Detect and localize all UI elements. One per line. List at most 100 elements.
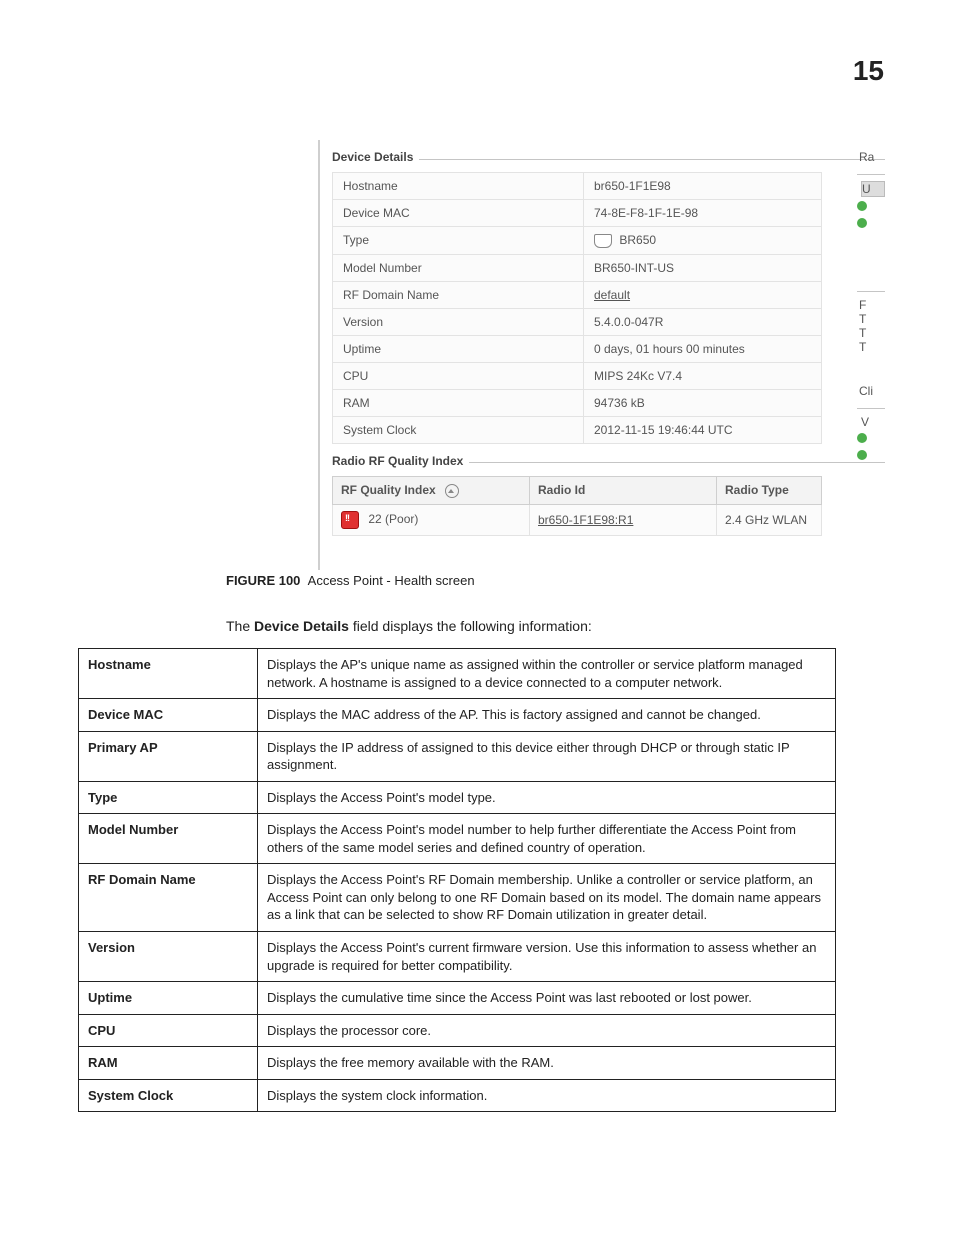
table-row: Uptime 0 days, 01 hours 00 minutes	[333, 335, 822, 362]
desc-term: Primary AP	[79, 731, 258, 781]
frag-text: F	[859, 298, 885, 312]
table-row: Version 5.4.0.0-047R	[333, 308, 822, 335]
table-row: Hostname br650-1F1E98	[333, 173, 822, 200]
sort-icon[interactable]	[445, 484, 459, 498]
table-row: RAM 94736 kB	[333, 389, 822, 416]
row-label: Hostname	[333, 173, 584, 200]
row-value: 0 days, 01 hours 00 minutes	[584, 335, 822, 362]
table-row: System Clock 2012-11-15 19:46:44 UTC	[333, 416, 822, 443]
row-value: default	[584, 281, 822, 308]
rfq-fieldset: Radio RF Quality Index RF Quality Index …	[332, 454, 885, 536]
desc-term: System Clock	[79, 1079, 258, 1112]
document-page: 15 Device Details Hostname br650-1F1E98 …	[0, 0, 954, 1235]
row-label: RF Domain Name	[333, 281, 584, 308]
row-value-text: BR650	[619, 233, 656, 247]
row-value: BR650-INT-US	[584, 254, 822, 281]
table-row: RAMDisplays the free memory available wi…	[79, 1047, 836, 1080]
desc-text: Displays the cumulative time since the A…	[258, 982, 836, 1015]
intro-prefix: The	[226, 618, 254, 634]
desc-text: Displays the free memory available with …	[258, 1047, 836, 1080]
desc-term: RF Domain Name	[79, 864, 258, 932]
table-row: RF Domain Name default	[333, 281, 822, 308]
table-row: RF Domain NameDisplays the Access Point'…	[79, 864, 836, 932]
desc-text: Displays the system clock information.	[258, 1079, 836, 1112]
intro-paragraph: The Device Details field displays the fo…	[226, 618, 888, 634]
table-row: HostnameDisplays the AP's unique name as…	[79, 649, 836, 699]
rfq-col-quality[interactable]: RF Quality Index	[333, 476, 530, 504]
rfq-quality-cell: 22 (Poor)	[333, 504, 530, 535]
desc-text: Displays the Access Point's RF Domain me…	[258, 864, 836, 932]
desc-term: Version	[79, 932, 258, 982]
row-label: System Clock	[333, 416, 584, 443]
table-row: Model NumberDisplays the Access Point's …	[79, 814, 836, 864]
rf-domain-link[interactable]: default	[594, 288, 630, 302]
table-row: Primary APDisplays the IP address of ass…	[79, 731, 836, 781]
desc-term: Device MAC	[79, 699, 258, 732]
row-value: MIPS 24Kc V7.4	[584, 362, 822, 389]
table-row: VersionDisplays the Access Point's curre…	[79, 932, 836, 982]
row-label: CPU	[333, 362, 584, 389]
radio-id-link[interactable]: br650-1F1E98:R1	[538, 513, 633, 527]
table-row: Type BR650	[333, 227, 822, 255]
row-label: Version	[333, 308, 584, 335]
table-row: UptimeDisplays the cumulative time since…	[79, 982, 836, 1015]
frag-text: T	[859, 326, 885, 340]
row-label: RAM	[333, 389, 584, 416]
row-value: 74-8E-F8-1F-1E-98	[584, 200, 822, 227]
table-row: CPU MIPS 24Kc V7.4	[333, 362, 822, 389]
row-value: 94736 kB	[584, 389, 822, 416]
device-details-fieldset: Device Details Hostname br650-1F1E98 Dev…	[332, 150, 885, 444]
intro-bold: Device Details	[254, 618, 349, 634]
table-row: System ClockDisplays the system clock in…	[79, 1079, 836, 1112]
page-number: 15	[853, 55, 884, 87]
figure-caption: FIGURE 100 Access Point - Health screen	[226, 573, 888, 588]
desc-term: Uptime	[79, 982, 258, 1015]
figure-label: FIGURE 100	[226, 573, 300, 588]
device-details-table: Hostname br650-1F1E98 Device MAC 74-8E-F…	[332, 172, 822, 444]
desc-term: RAM	[79, 1047, 258, 1080]
row-value: 5.4.0.0-047R	[584, 308, 822, 335]
frag-text: Ra	[859, 150, 885, 164]
legend-rule	[419, 159, 885, 160]
status-dot-icon	[857, 201, 867, 211]
frag-text: V	[861, 415, 885, 429]
row-label: Model Number	[333, 254, 584, 281]
frag-text: T	[859, 312, 885, 326]
rfq-col-radio-type[interactable]: Radio Type	[717, 476, 822, 504]
warning-icon	[341, 511, 359, 529]
rfq-quality-text: 22 (Poor)	[368, 512, 418, 526]
rfq-radio-type-cell: 2.4 GHz WLAN	[717, 504, 822, 535]
row-value: 2012-11-15 19:46:44 UTC	[584, 416, 822, 443]
status-dot-icon	[857, 450, 867, 460]
health-screen-screenshot: Device Details Hostname br650-1F1E98 Dev…	[318, 140, 885, 570]
row-label: Uptime	[333, 335, 584, 362]
desc-text: Displays the IP address of assigned to t…	[258, 731, 836, 781]
desc-text: Displays the Access Point's model number…	[258, 814, 836, 864]
figure-caption-text: Access Point - Health screen	[308, 573, 475, 588]
desc-term: Type	[79, 781, 258, 814]
desc-text: Displays the MAC address of the AP. This…	[258, 699, 836, 732]
frag-text: Cli	[859, 384, 885, 398]
rfq-col-radio-id[interactable]: Radio Id	[530, 476, 717, 504]
table-row: TypeDisplays the Access Point's model ty…	[79, 781, 836, 814]
desc-text: Displays the processor core.	[258, 1014, 836, 1047]
table-row: Device MACDisplays the MAC address of th…	[79, 699, 836, 732]
desc-text: Displays the Access Point's model type.	[258, 781, 836, 814]
desc-text: Displays the AP's unique name as assigne…	[258, 649, 836, 699]
table-row: Model Number BR650-INT-US	[333, 254, 822, 281]
row-label: Device MAC	[333, 200, 584, 227]
status-dot-icon	[857, 218, 867, 228]
frag-text: U	[861, 181, 885, 197]
table-row: 22 (Poor) br650-1F1E98:R1 2.4 GHz WLAN	[333, 504, 822, 535]
status-dot-icon	[857, 433, 867, 443]
intro-suffix: field displays the following information…	[349, 618, 592, 634]
legend-rule	[469, 462, 885, 463]
desc-term: Model Number	[79, 814, 258, 864]
row-value: br650-1F1E98	[584, 173, 822, 200]
device-type-icon	[594, 234, 612, 248]
row-value: BR650	[584, 227, 822, 255]
col-header-text: RF Quality Index	[341, 483, 436, 497]
frag-text: T	[859, 340, 885, 354]
desc-term: Hostname	[79, 649, 258, 699]
rfq-radio-id-cell: br650-1F1E98:R1	[530, 504, 717, 535]
